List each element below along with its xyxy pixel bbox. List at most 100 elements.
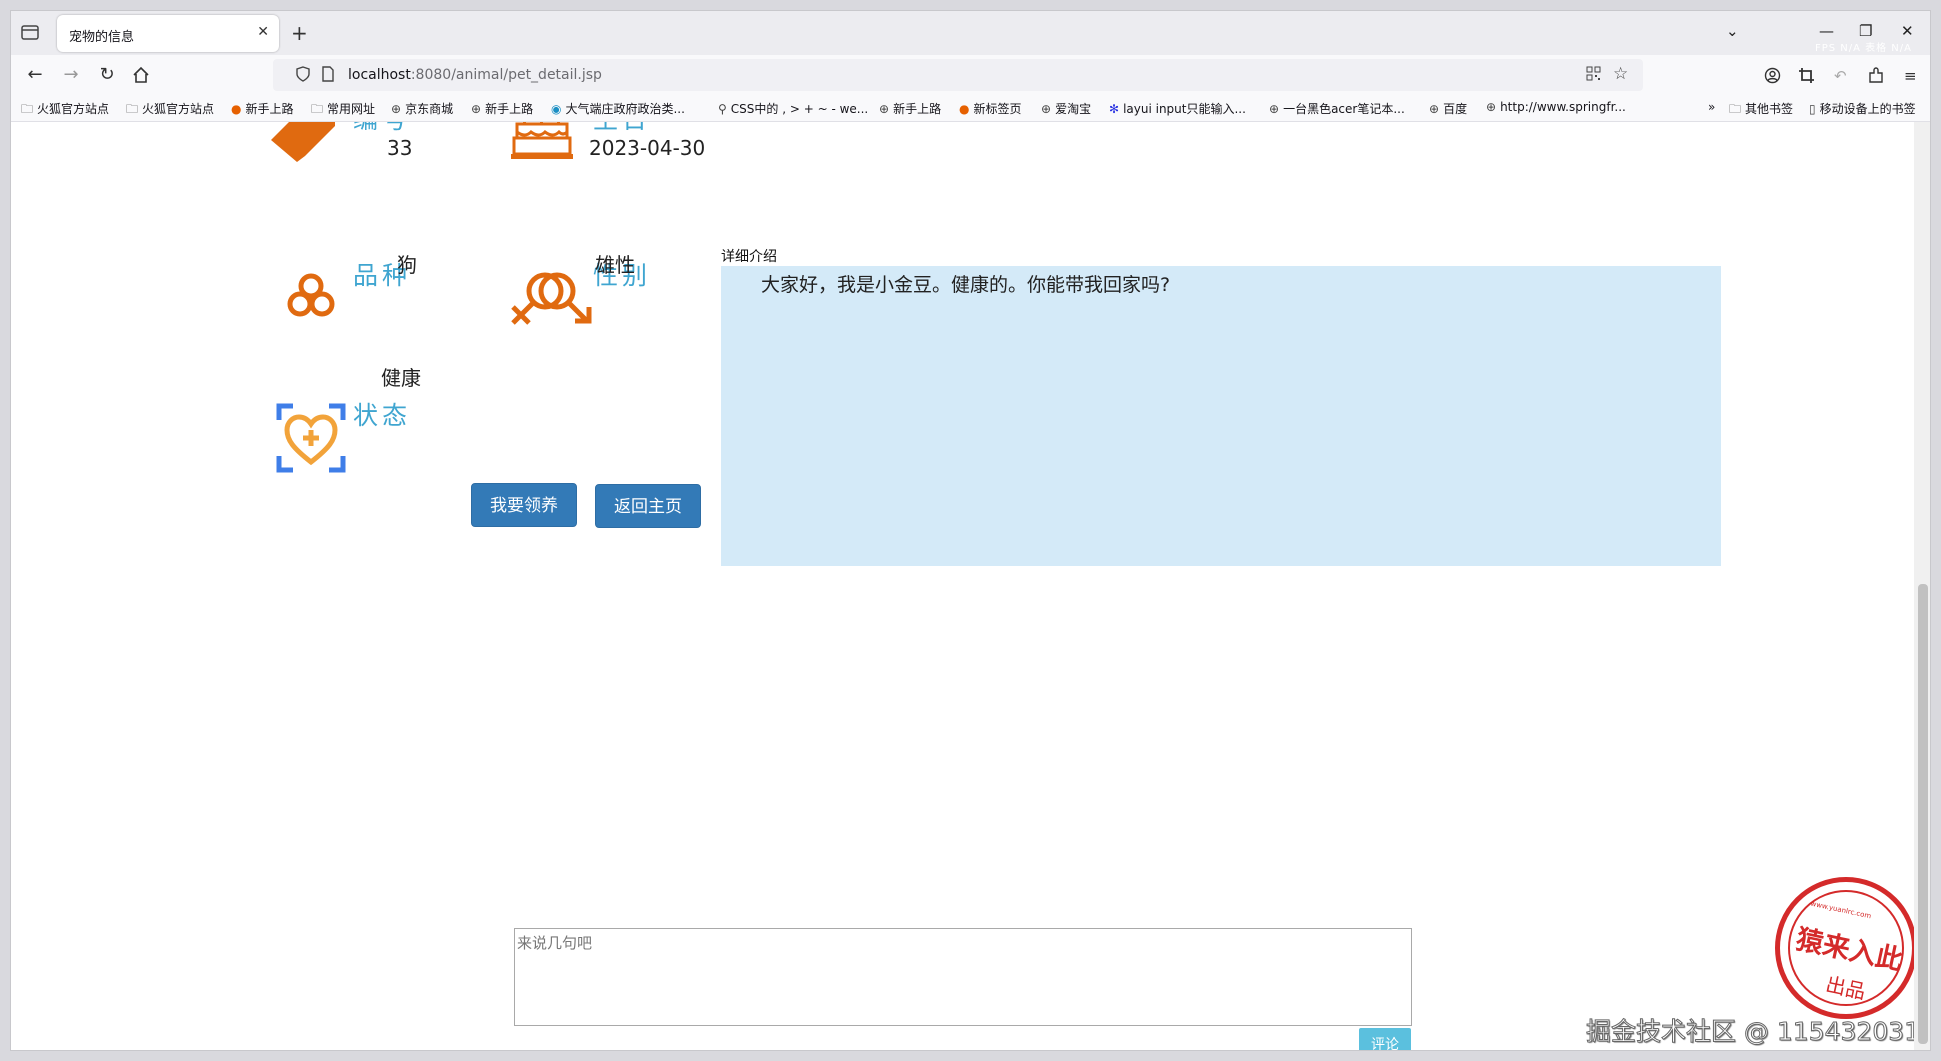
bookmark-label: 新标签页 — [973, 102, 1022, 116]
new-tab-icon[interactable]: + — [291, 21, 308, 45]
bookmark-item[interactable]: 🗀 其他书签 — [1729, 100, 1793, 121]
status-value: 健康 — [381, 366, 421, 390]
bookmarks-toolbar: 🗀 火狐官方站点 🗀 火狐官方站点 ● 新手上路 🗀 常用网址 ⊕ 京东商城 ⊕ 新手上路 … — [11, 95, 1930, 122]
globe-icon: ⊕ — [1486, 100, 1497, 114]
bookmark-item[interactable]: ⊕ 京东商城 — [391, 100, 453, 117]
mobile-icon: ▯ — [1809, 102, 1816, 116]
cake-icon — [511, 122, 573, 168]
bookmark-item[interactable]: ⊕ 百度 — [1429, 100, 1467, 117]
baidu-icon: ✻ — [1109, 102, 1120, 116]
tab-list-icon[interactable] — [19, 21, 41, 43]
shield-icon[interactable] — [295, 66, 311, 86]
reload-icon[interactable]: ↻ — [95, 63, 119, 87]
firefox-icon: ● — [231, 102, 242, 116]
description-label: 详细介绍 — [721, 249, 777, 265]
gender-value: 雄性 — [595, 253, 635, 277]
vertical-scrollbar[interactable] — [1914, 122, 1930, 1050]
nav-bar: ← → ↻ localhost:8080/animal/pet_detail.j… — [11, 55, 1930, 95]
stamp-logo: www.yuanlrc.com 猿来入此 出品 — [1775, 877, 1914, 1019]
bookmark-item[interactable]: ◉ 大气端庄政府政治类... — [551, 100, 685, 117]
globe-icon: ⊕ — [1041, 102, 1052, 116]
site-icon: ⚲ — [718, 102, 727, 116]
health-status-icon — [275, 402, 347, 478]
comment-input[interactable]: 来说几句吧 — [514, 928, 1412, 1026]
watermark: 掘金技术社区 @ 1154320319 — [1586, 1017, 1914, 1047]
birthday-value: 2023-04-30 — [589, 136, 706, 160]
comment-placeholder: 来说几句吧 — [517, 934, 593, 952]
bookmark-item[interactable]: ✻ layui input只能输入... — [1109, 100, 1246, 117]
site-icon: ◉ — [551, 102, 562, 116]
bookmark-item[interactable]: ⊕ 爱淘宝 — [1041, 100, 1091, 117]
forward-icon[interactable]: → — [59, 63, 83, 87]
bookmark-item[interactable]: ● 新手上路 — [231, 100, 294, 117]
bookmarks-overflow-icon[interactable]: » — [1708, 100, 1715, 114]
comment-submit-button[interactable]: 评论 — [1359, 1028, 1411, 1050]
globe-icon: ⊕ — [1429, 102, 1440, 116]
tag-icon — [263, 122, 335, 174]
browser-window: 宠物的信息 ✕ + ⌄ — ❐ ✕ FPS N/A 表格 N/A ← → ↻ l… — [10, 10, 1931, 1051]
folder-icon: 🗀 — [1729, 102, 1742, 116]
minimize-icon[interactable]: — — [1819, 22, 1834, 40]
tab-strip: 宠物的信息 ✕ + ⌄ — ❐ ✕ FPS N/A 表格 N/A — [11, 11, 1930, 55]
tab-active[interactable]: 宠物的信息 ✕ — [57, 15, 279, 52]
breed-value: 狗 — [397, 253, 417, 277]
close-tab-icon[interactable]: ✕ — [257, 24, 269, 40]
page-icon[interactable] — [321, 66, 335, 86]
id-label: 编号 — [353, 122, 411, 136]
bookmark-label: 移动设备上的书签 — [1819, 102, 1916, 116]
firefox-icon: ● — [959, 102, 970, 116]
restore-icon[interactable]: ❐ — [1859, 22, 1872, 40]
bookmark-item[interactable]: ⊕ 新手上路 — [879, 100, 941, 117]
account-icon[interactable] — [1764, 67, 1781, 88]
bookmark-label: layui input只能输入... — [1123, 102, 1246, 116]
bookmark-item[interactable]: ⊕ 新手上路 — [471, 100, 533, 117]
bookmark-label: http://www.springfr... — [1500, 100, 1626, 114]
bookmark-label: 新手上路 — [485, 102, 534, 116]
adopt-button[interactable]: 我要领养 — [471, 483, 577, 527]
tab-title: 宠物的信息 — [69, 30, 135, 45]
bookmark-label: CSS中的 , > + ~ - we... — [730, 102, 869, 116]
bookmark-item[interactable]: ⊕ 一台黑色acer笔记本... — [1269, 100, 1405, 117]
bookmark-label: 京东商城 — [405, 102, 454, 116]
bookmark-item[interactable]: ⊕ http://www.springfr... — [1486, 100, 1626, 114]
qr-code-icon[interactable] — [1586, 66, 1601, 85]
globe-icon: ⊕ — [879, 102, 890, 116]
back-icon[interactable]: ← — [23, 63, 47, 87]
overlay-text: FPS N/A 表格 N/A — [1814, 43, 1912, 54]
crop-icon[interactable] — [1798, 67, 1815, 88]
menu-icon[interactable]: ≡ — [1904, 67, 1917, 85]
bookmark-item[interactable]: 🗀 常用网址 — [311, 100, 375, 121]
bookmark-label: 常用网址 — [327, 102, 376, 116]
bookmark-item[interactable]: ▯ 移动设备上的书签 — [1809, 100, 1916, 117]
home-icon[interactable] — [129, 63, 153, 87]
status-label: 状态 — [353, 401, 412, 430]
extensions-icon[interactable] — [1868, 67, 1885, 88]
url-host: localhost — [348, 67, 411, 83]
bookmark-label: 新手上路 — [893, 102, 942, 116]
bookmark-label: 火狐官方站点 — [142, 102, 215, 116]
page-content: 编号 33 生日 2023-04-30 品种 狗 性别 雄性 状态 健康 详细介… — [11, 122, 1914, 1050]
globe-icon: ⊕ — [1269, 102, 1280, 116]
breed-icon — [285, 270, 337, 326]
globe-icon: ⊕ — [391, 102, 402, 116]
url-bar[interactable]: localhost:8080/animal/pet_detail.jsp ☆ — [273, 59, 1643, 91]
bookmark-item[interactable]: ⚲ CSS中的 , > + ~ - we... — [718, 100, 868, 117]
undo-icon[interactable]: ↶ — [1834, 67, 1847, 85]
bookmark-item[interactable]: 🗀 火狐官方站点 — [126, 100, 214, 121]
bookmark-label: 大气端庄政府政治类... — [565, 102, 685, 116]
url-text: localhost:8080/animal/pet_detail.jsp — [348, 67, 602, 83]
description-box: 大家好，我是小金豆。健康的。你能带我回家吗? — [721, 266, 1721, 566]
bookmark-label: 其他书签 — [1745, 102, 1794, 116]
scrollbar-thumb[interactable] — [1918, 584, 1928, 1044]
bookmark-item[interactable]: ● 新标签页 — [959, 100, 1022, 117]
globe-icon: ⊕ — [471, 102, 482, 116]
return-home-button[interactable]: 返回主页 — [595, 484, 701, 528]
window-close-icon[interactable]: ✕ — [1901, 22, 1914, 40]
list-all-tabs-icon[interactable]: ⌄ — [1726, 22, 1739, 40]
bookmark-star-icon[interactable]: ☆ — [1613, 64, 1628, 84]
bookmark-label: 一台黑色acer笔记本... — [1283, 102, 1405, 116]
bookmark-item[interactable]: 🗀 火狐官方站点 — [21, 100, 109, 121]
birthday-label: 生日 — [593, 122, 651, 136]
gender-icon — [509, 265, 593, 331]
folder-icon: 🗀 — [126, 102, 139, 116]
